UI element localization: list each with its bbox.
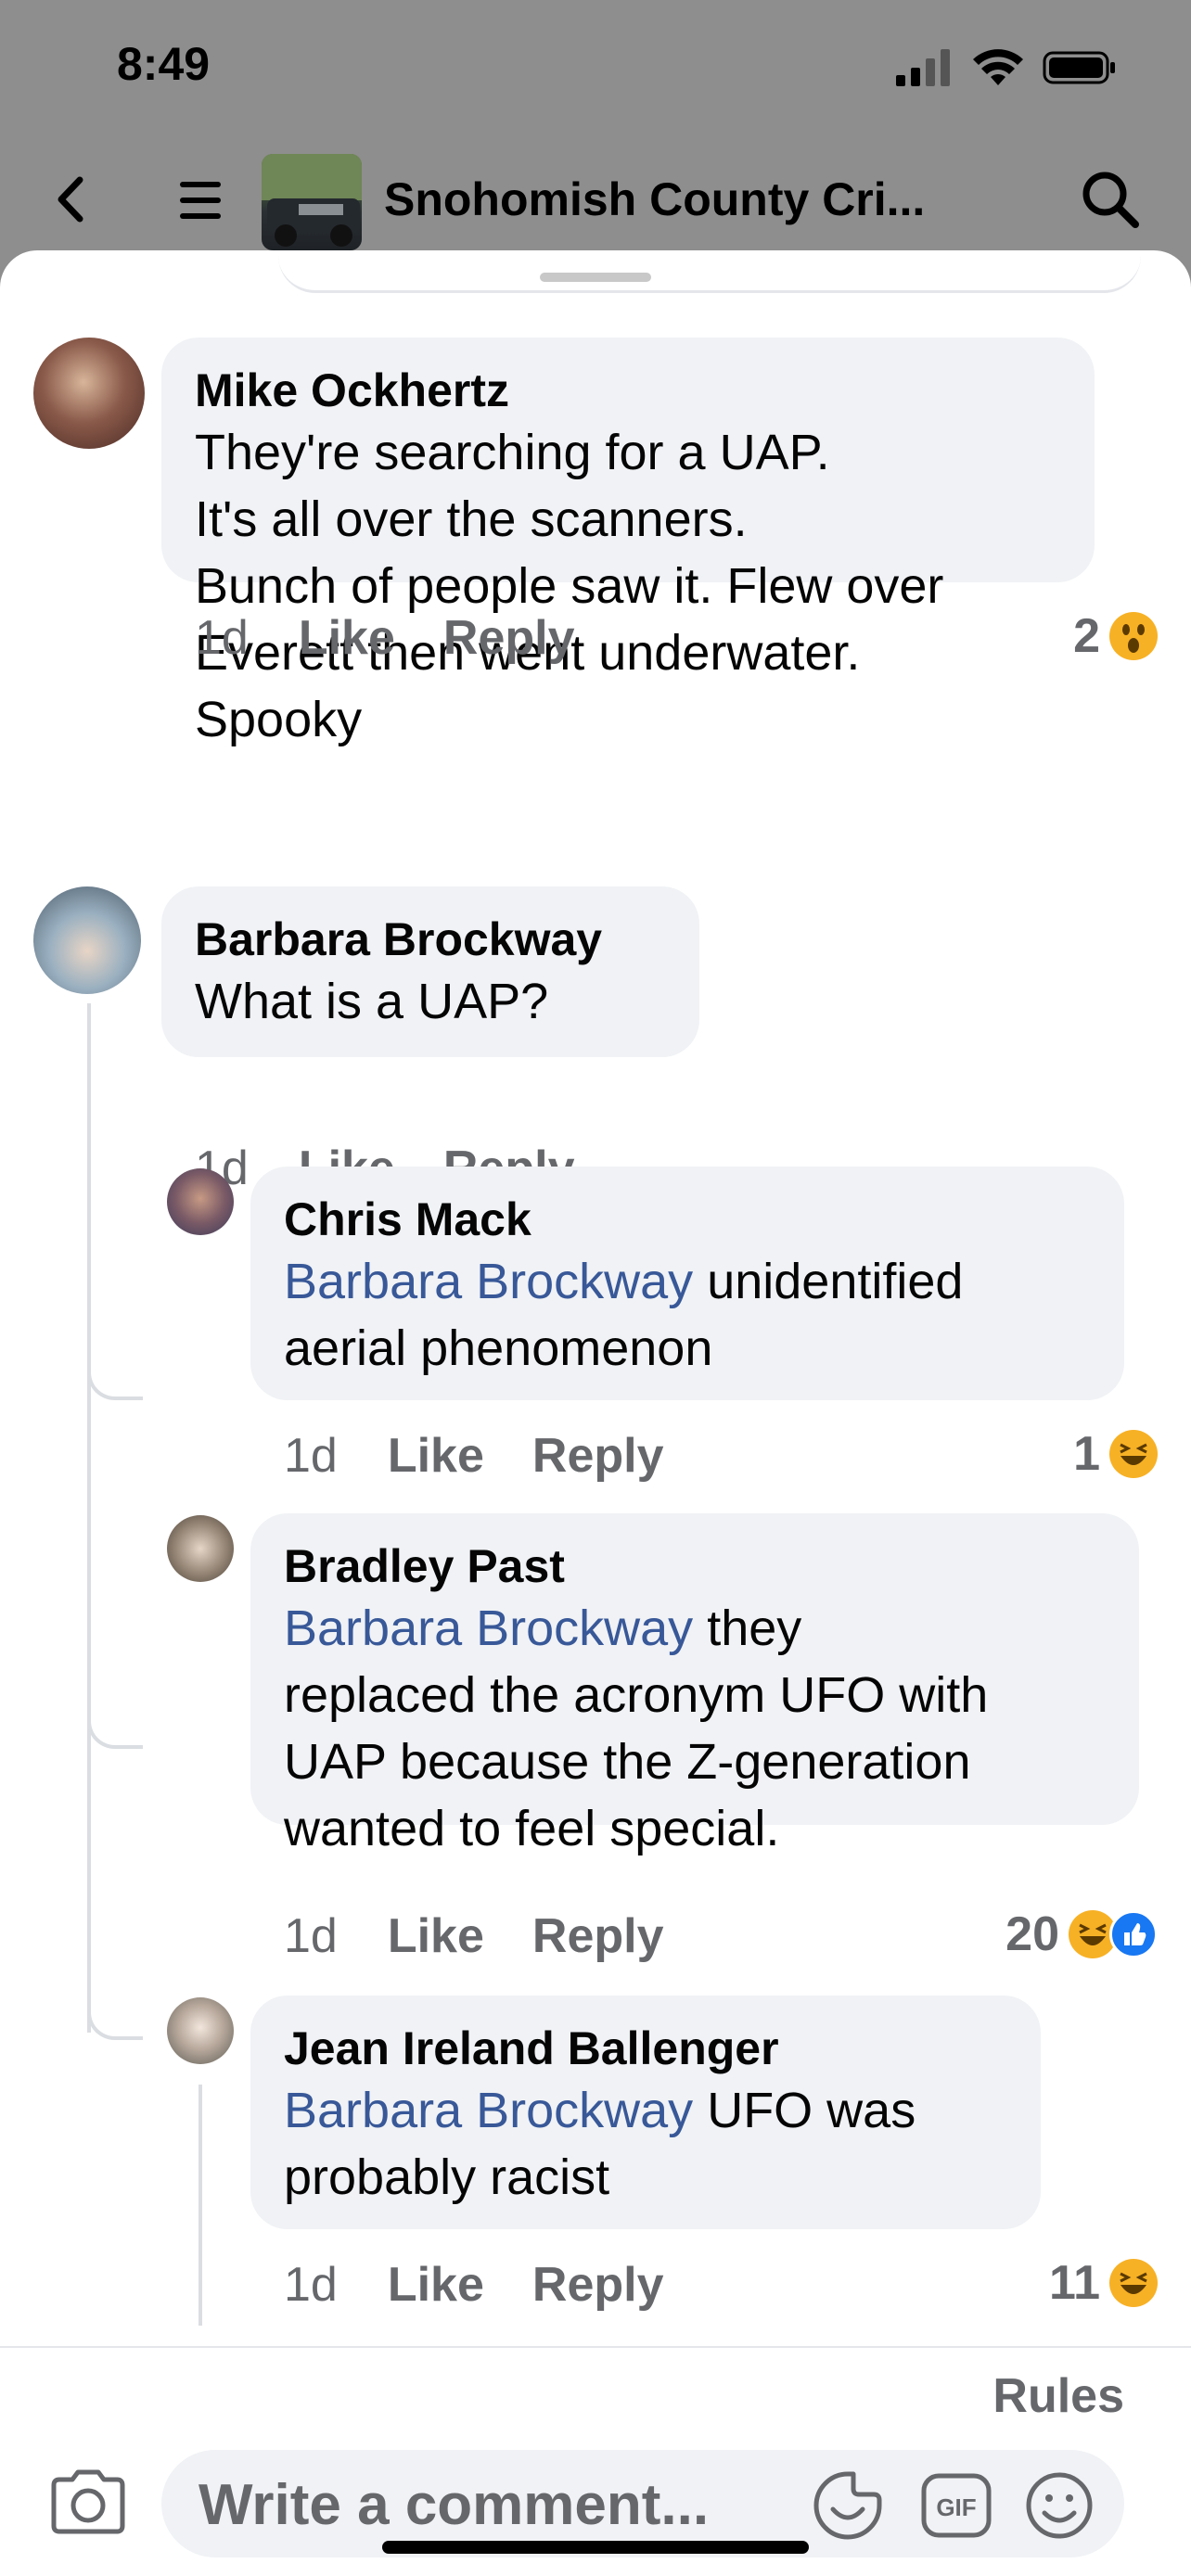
comment-bubble[interactable]: Barbara Brockway What is a UAP?: [161, 886, 699, 1057]
comment-placeholder: Write a comment...: [198, 2473, 710, 2537]
status-bar: 8:49: [0, 0, 1191, 139]
emoji-picker-icon[interactable]: [1024, 2470, 1095, 2541]
reply-actions: 1d Like Reply: [284, 2257, 664, 2313]
group-thumbnail[interactable]: [262, 154, 362, 250]
reply-bubble[interactable]: Bradley Past Barbara Brockway they repla…: [250, 1513, 1139, 1856]
nav-bar: Snohomish County Cri...: [0, 139, 1191, 260]
reply-text: Barbara Brockway UFO was probably racist: [284, 2077, 1007, 2211]
like-button[interactable]: Like: [299, 610, 395, 666]
comment-time: 1d: [195, 611, 249, 665]
reaction-summary[interactable]: 20: [1005, 1906, 1158, 1962]
wifi-icon: [973, 49, 1023, 85]
reaction-count: 20: [1005, 1907, 1059, 1961]
back-chevron-icon[interactable]: [46, 167, 93, 232]
reaction-count: 11: [1049, 2256, 1100, 2310]
reply-button[interactable]: Reply: [443, 610, 575, 666]
reaction-count: 2: [1073, 609, 1100, 663]
camera-icon[interactable]: [48, 2467, 128, 2537]
thread-connector: [87, 1359, 143, 1400]
avatar[interactable]: [33, 338, 145, 449]
comment-line: What is a UAP?: [195, 974, 549, 1029]
reply-line: wanted to feel special.: [284, 1801, 780, 1856]
comment-text: They're searching for a UAP. It's all ov…: [195, 419, 1061, 753]
avatar[interactable]: [33, 886, 141, 994]
thread-connector: [87, 1708, 143, 1749]
reply-line: Barbara Brockway they: [284, 1595, 1106, 1662]
comment-line: Spooky: [195, 692, 363, 747]
reply-text: Barbara Brockway unidentified aerial phe…: [284, 1248, 1091, 1382]
reaction-count: 1: [1073, 1427, 1100, 1481]
comment-author[interactable]: Mike Ockhertz: [195, 362, 1061, 419]
reply-button[interactable]: Reply: [532, 2257, 664, 2313]
reaction-summary[interactable]: 2: [1073, 608, 1158, 664]
reply-line: Barbara Brockway UFO was: [284, 2077, 1007, 2144]
comment-bubble[interactable]: Mike Ockhertz They're searching for a UA…: [161, 338, 1095, 747]
comments-sheet[interactable]: Mike Ockhertz They're searching for a UA…: [0, 250, 1191, 2576]
like-button[interactable]: Like: [388, 1428, 484, 1484]
reply-actions: 1d Like Reply: [284, 1428, 664, 1484]
reply-actions: 1d Like Reply: [284, 1908, 664, 1964]
battery-icon: [1043, 51, 1115, 84]
reply-time: 1d: [284, 2258, 338, 2312]
gif-icon[interactable]: GIF: [920, 2472, 992, 2539]
thread-line: [198, 2085, 202, 2326]
like-button[interactable]: Like: [388, 1908, 484, 1964]
wow-emoji-icon: [1109, 612, 1158, 660]
comment-line: They're searching for a UAP.: [195, 425, 830, 480]
reply-time: 1d: [284, 1909, 338, 1963]
reply-line: Barbara Brockway unidentified: [284, 1248, 1091, 1315]
reply-author[interactable]: Chris Mack: [284, 1191, 1091, 1248]
like-reaction-icon: [1109, 1910, 1158, 1958]
like-button[interactable]: Like: [388, 2257, 484, 2313]
mention-link[interactable]: Barbara Brockway: [284, 2083, 693, 2138]
reply-line: replaced the acronym UFO with: [284, 1667, 989, 1723]
haha-emoji-icon: [1109, 2259, 1158, 2307]
home-indicator: [382, 2541, 809, 2554]
reply-line-rest: unidentified: [693, 1254, 964, 1309]
menu-icon[interactable]: [176, 176, 224, 224]
sticker-icon[interactable]: [811, 2468, 885, 2543]
reply-bubble[interactable]: Jean Ireland Ballenger Barbara Brockway …: [250, 1996, 1041, 2229]
reply-author[interactable]: Jean Ireland Ballenger: [284, 2020, 1007, 2077]
reaction-summary[interactable]: 11: [1049, 2255, 1158, 2311]
reaction-summary[interactable]: 1: [1073, 1426, 1158, 1482]
comment-text: What is a UAP?: [195, 968, 666, 1035]
reply-time: 1d: [284, 1429, 338, 1483]
cellular-signal-icon: [896, 49, 950, 86]
rules-link[interactable]: Rules: [992, 2368, 1124, 2424]
reply-text: Barbara Brockway they replaced the acron…: [284, 1595, 1106, 1862]
reply-button[interactable]: Reply: [532, 1908, 664, 1964]
search-icon[interactable]: [1078, 167, 1143, 232]
reply-author[interactable]: Bradley Past: [284, 1537, 1106, 1595]
mention-link[interactable]: Barbara Brockway: [284, 1254, 693, 1309]
reply-line: UAP because the Z-generation: [284, 1734, 971, 1790]
reply-line-rest: they: [693, 1600, 802, 1656]
comment-actions: 1d Like Reply: [195, 610, 575, 666]
svg-text:GIF: GIF: [936, 2493, 976, 2521]
comment-line: It's all over the scanners.: [195, 491, 748, 547]
reply-bubble[interactable]: Chris Mack Barbara Brockway unidentified…: [250, 1167, 1124, 1400]
sheet-grabber[interactable]: [540, 273, 651, 282]
avatar[interactable]: [167, 1168, 234, 1235]
comment-author[interactable]: Barbara Brockway: [195, 911, 666, 968]
avatar[interactable]: [167, 1997, 234, 2064]
status-icons: [896, 48, 1117, 87]
group-title[interactable]: Snohomish County Cri...: [384, 172, 925, 226]
reply-line: aerial phenomenon: [284, 1320, 713, 1376]
thread-line: [87, 1003, 91, 2033]
mention-link[interactable]: Barbara Brockway: [284, 1600, 693, 1656]
previous-comment-edge: [278, 250, 1141, 293]
avatar[interactable]: [167, 1515, 234, 1582]
thread-connector: [87, 1999, 143, 2040]
reply-button[interactable]: Reply: [532, 1428, 664, 1484]
reply-line-rest: UFO was: [693, 2083, 916, 2138]
status-time: 8:49: [117, 38, 211, 90]
haha-emoji-icon: [1109, 1430, 1158, 1478]
reply-line: probably racist: [284, 2149, 610, 2205]
